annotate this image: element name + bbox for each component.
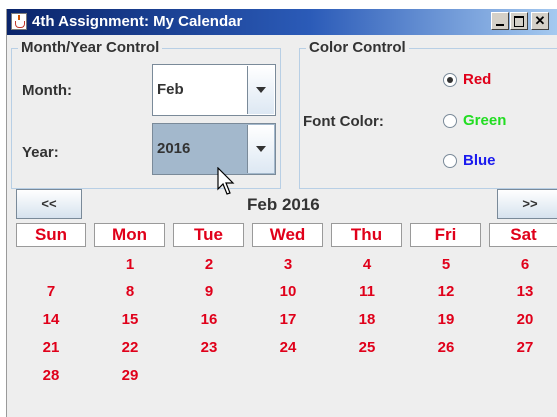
day-cell[interactable]: 18 xyxy=(337,311,397,328)
day-header-sun: Sun xyxy=(16,223,86,247)
month-year-panel-title: Month/Year Control xyxy=(18,39,163,56)
day-cell[interactable]: 21 xyxy=(21,339,81,356)
day-cell[interactable]: 15 xyxy=(100,311,160,328)
minimize-button[interactable] xyxy=(491,12,509,30)
year-combo[interactable]: 2016 xyxy=(152,123,276,175)
red-radio[interactable] xyxy=(443,73,457,87)
day-header-mon: Mon xyxy=(94,223,165,247)
red-radio-label[interactable]: Red xyxy=(463,71,491,88)
mouse-pointer-icon xyxy=(217,167,235,195)
close-button[interactable]: ✕ xyxy=(531,12,549,30)
day-cell[interactable]: 2 xyxy=(179,256,239,273)
blue-radio[interactable] xyxy=(443,154,457,168)
day-cell[interactable]: 22 xyxy=(100,339,160,356)
day-cell[interactable]: 29 xyxy=(100,367,160,384)
year-dropdown-arrow-icon[interactable] xyxy=(247,125,274,173)
day-header-thu: Thu xyxy=(331,223,402,247)
month-combo-value: Feb xyxy=(157,81,184,98)
year-combo-value: 2016 xyxy=(157,140,191,157)
day-cell[interactable]: 23 xyxy=(179,339,239,356)
day-cell[interactable]: 8 xyxy=(100,283,160,300)
day-cell[interactable]: 24 xyxy=(258,339,318,356)
blue-radio-label[interactable]: Blue xyxy=(463,152,496,169)
green-radio[interactable] xyxy=(443,114,457,128)
calendar-window: 4th Assignment: My Calendar ✕ Month/Year… xyxy=(6,9,557,417)
day-cell[interactable]: 26 xyxy=(416,339,476,356)
day-cell[interactable]: 27 xyxy=(495,339,555,356)
day-cell[interactable]: 10 xyxy=(258,283,318,300)
day-cell[interactable]: 7 xyxy=(21,283,81,300)
current-month-label: Feb 2016 xyxy=(247,195,320,214)
day-cell[interactable]: 3 xyxy=(258,256,318,273)
day-cell[interactable]: 17 xyxy=(258,311,318,328)
day-header-fri: Fri xyxy=(410,223,481,247)
title-bar[interactable]: 4th Assignment: My Calendar ✕ xyxy=(7,9,557,35)
day-cell[interactable]: 28 xyxy=(21,367,81,384)
day-header-sat: Sat xyxy=(489,223,557,247)
day-cell[interactable]: 19 xyxy=(416,311,476,328)
color-panel-title: Color Control xyxy=(306,39,409,56)
day-cell[interactable]: 11 xyxy=(337,283,397,300)
day-cell[interactable]: 20 xyxy=(495,311,555,328)
day-cell[interactable]: 12 xyxy=(416,283,476,300)
day-cell[interactable]: 4 xyxy=(337,256,397,273)
window-title: 4th Assignment: My Calendar xyxy=(32,13,243,30)
day-cell[interactable]: 14 xyxy=(21,311,81,328)
day-cell[interactable]: 25 xyxy=(337,339,397,356)
day-cell[interactable]: 6 xyxy=(495,256,555,273)
font-color-label: Font Color: xyxy=(303,113,384,130)
day-cell[interactable]: 13 xyxy=(495,283,555,300)
month-dropdown-arrow-icon[interactable] xyxy=(247,66,274,114)
green-radio-label[interactable]: Green xyxy=(463,112,506,129)
day-cell[interactable]: 16 xyxy=(179,311,239,328)
next-month-button[interactable]: >> xyxy=(497,189,557,219)
month-label: Month: xyxy=(22,82,72,99)
java-app-icon xyxy=(11,13,27,30)
previous-month-button[interactable]: << xyxy=(16,189,82,219)
day-cell[interactable]: 1 xyxy=(100,256,160,273)
day-cell[interactable]: 9 xyxy=(179,283,239,300)
day-header-wed: Wed xyxy=(252,223,323,247)
maximize-button[interactable] xyxy=(510,12,528,30)
day-header-tue: Tue xyxy=(173,223,244,247)
day-cell[interactable]: 5 xyxy=(416,256,476,273)
year-label: Year: xyxy=(22,144,59,161)
month-combo[interactable]: Feb xyxy=(152,64,276,116)
